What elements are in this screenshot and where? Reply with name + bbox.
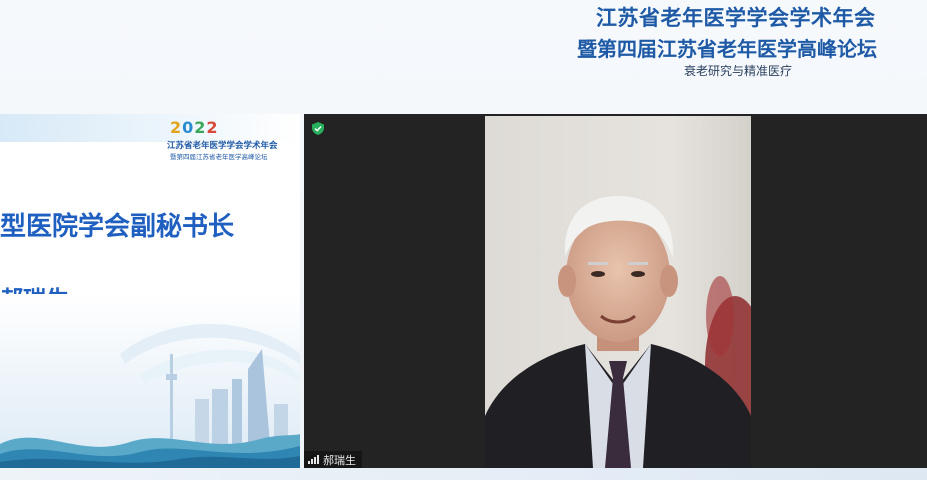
participant-name: 郝瑞生 <box>323 453 356 467</box>
slide-year-logo: 2022 <box>170 118 219 137</box>
bottom-background-strip <box>0 468 927 480</box>
slide-skyline-art <box>0 294 300 468</box>
slide-logo-line2: 暨第四届江苏省老年医学高峰论坛 <box>170 153 268 161</box>
event-subtitle: 暨第四届江苏省老年医学高峰论坛 <box>577 37 877 61</box>
shield-check-icon <box>312 122 324 135</box>
event-title: 江苏省老年医学学会学术年会 <box>596 6 876 30</box>
video-panel[interactable]: 郝瑞生 <box>304 114 927 468</box>
slide-top-bar <box>0 114 300 142</box>
participant-portrait <box>485 116 751 468</box>
participant-name-tag: 郝瑞生 <box>304 451 362 468</box>
slide-speaker-title: 型医院学会副秘书长 <box>0 212 235 242</box>
signal-bars-icon <box>308 455 319 464</box>
participant-video-feed[interactable] <box>485 116 751 468</box>
event-theme: 衰老研究与精准医疗 <box>684 64 793 78</box>
slide-logo-line1: 江苏省老年医学学会学术年会 <box>167 141 278 151</box>
shared-slide: 2022 江苏省老年医学学会学术年会 暨第四届江苏省老年医学高峰论坛 型医院学会… <box>0 114 300 468</box>
